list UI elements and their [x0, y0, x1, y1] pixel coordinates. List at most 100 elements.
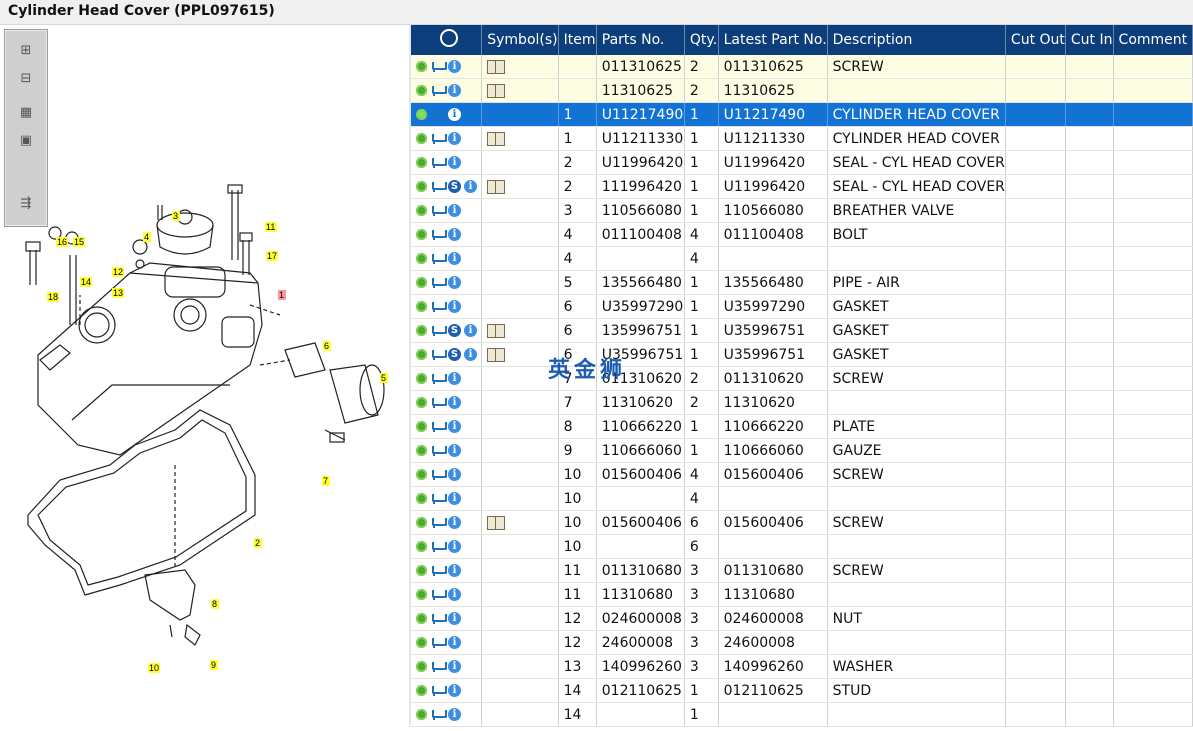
cart-icon[interactable] — [430, 421, 447, 432]
info-icon[interactable]: i — [448, 132, 461, 145]
info-icon[interactable]: i — [448, 684, 461, 697]
book-icon[interactable] — [487, 131, 506, 146]
info-icon[interactable]: i — [448, 468, 461, 481]
col-header-comment[interactable]: Comment — [1113, 25, 1193, 55]
info-icon[interactable]: i — [448, 636, 461, 649]
table-row[interactable]: i 11 011310680 3 011310680 SCREW — [411, 558, 1193, 583]
table-row[interactable]: Si 2 111996420 1 U11996420 SEAL - CYL HEAD CO… — [411, 174, 1193, 199]
callout-4[interactable]: 4 — [143, 232, 151, 242]
table-row[interactable]: i 12 024600008 3 024600008 NUT — [411, 606, 1193, 631]
zoom-in-button[interactable]: ⊞ — [17, 42, 35, 60]
cart-icon[interactable] — [430, 301, 447, 312]
table-row[interactable]: i 9 110666060 1 110666060 GAUZE — [411, 438, 1193, 463]
info-icon[interactable]: i — [448, 372, 461, 385]
table-row[interactable]: i 7 11310620 2 11310620 — [411, 390, 1193, 415]
col-header-search[interactable] — [411, 25, 483, 55]
callout-18[interactable]: 18 — [47, 292, 59, 302]
table-row[interactable]: i 14 1 — [411, 702, 1193, 727]
book-icon[interactable] — [487, 179, 506, 194]
info-icon[interactable]: i — [448, 660, 461, 673]
cart-icon[interactable] — [430, 541, 447, 552]
config-icon[interactable] — [416, 253, 427, 264]
cart-icon[interactable] — [430, 397, 447, 408]
table-row[interactable]: i 13 140996260 3 140996260 WASHER — [411, 654, 1193, 679]
cart-icon[interactable] — [430, 277, 447, 288]
config-icon[interactable] — [416, 661, 427, 672]
config-icon[interactable] — [416, 229, 427, 240]
table-row[interactable]: i 4 011100408 4 011100408 BOLT — [411, 222, 1193, 247]
config-icon[interactable] — [416, 373, 427, 384]
config-icon[interactable] — [416, 637, 427, 648]
callout-5[interactable]: 5 — [380, 373, 388, 383]
table-row[interactable]: i 10 4 — [411, 486, 1193, 511]
cart-icon[interactable] — [430, 589, 447, 600]
col-header-latest-part[interactable]: Latest Part No. — [718, 25, 828, 55]
cart-icon[interactable] — [430, 205, 447, 216]
table-row[interactable]: i 10 015600406 4 015600406 SCREW — [411, 462, 1193, 487]
config-icon[interactable] — [416, 133, 427, 144]
info-icon[interactable]: i — [448, 444, 461, 457]
config-icon[interactable] — [416, 589, 427, 600]
col-header-parts-no[interactable]: Parts No. — [596, 25, 685, 55]
book-icon[interactable] — [487, 323, 506, 338]
table-row[interactable]: i 12 24600008 3 24600008 — [411, 630, 1193, 655]
config-icon[interactable] — [416, 301, 427, 312]
config-icon[interactable] — [416, 325, 427, 336]
callout-13[interactable]: 13 — [112, 288, 124, 298]
config-icon[interactable] — [416, 613, 427, 624]
config-icon[interactable] — [416, 565, 427, 576]
callout-3[interactable]: 3 — [172, 211, 180, 221]
service-icon[interactable]: S — [448, 180, 461, 193]
table-row[interactable]: i 6 U35997290 1 U35997290 GASKET — [411, 294, 1193, 319]
col-header-item[interactable]: Item — [558, 25, 597, 55]
table-row[interactable]: i 1 U11217490 1 U11217490 CYLINDER HEAD COVER — [411, 102, 1193, 127]
config-icon[interactable] — [416, 421, 427, 432]
config-icon[interactable] — [416, 109, 427, 120]
parts-diagram[interactable]: 1 2 3 4 5 6 7 8 9 10 11 12 13 14 15 16 17 18 ⊞ ⊟ ▦ ▣ ⇶ — [0, 25, 409, 727]
book-icon[interactable] — [487, 83, 506, 98]
callout-7[interactable]: 7 — [322, 476, 330, 486]
info-icon[interactable]: i — [448, 396, 461, 409]
callout-8[interactable]: 8 — [211, 599, 219, 609]
callout-9[interactable]: 9 — [210, 660, 218, 670]
info-icon[interactable]: i — [448, 204, 461, 217]
config-icon[interactable] — [416, 493, 427, 504]
info-icon[interactable]: i — [448, 492, 461, 505]
table-row[interactable]: i 4 4 — [411, 246, 1193, 271]
info-icon[interactable]: i — [448, 252, 461, 265]
cart-icon[interactable] — [430, 661, 447, 672]
table-row[interactable]: Si 6 U35996751 1 U35996751 GASKET — [411, 342, 1193, 367]
config-icon[interactable] — [416, 277, 427, 288]
config-icon[interactable] — [416, 685, 427, 696]
cart-icon[interactable] — [430, 133, 447, 144]
service-icon[interactable]: S — [448, 324, 461, 337]
cart-icon[interactable] — [430, 373, 447, 384]
info-icon[interactable]: i — [448, 612, 461, 625]
fit-view-button[interactable]: ▦ — [17, 104, 35, 122]
cart-icon[interactable] — [430, 637, 447, 648]
col-header-description[interactable]: Description — [827, 25, 1006, 55]
callout-10[interactable]: 10 — [148, 663, 160, 673]
info-icon[interactable]: i — [448, 108, 461, 121]
table-row[interactable]: i 1 U11211330 1 U11211330 CYLINDER HEAD COVER — [411, 126, 1193, 151]
config-icon[interactable] — [416, 349, 427, 360]
info-icon[interactable]: i — [464, 180, 477, 193]
table-row[interactable]: Si 6 135996751 1 U35996751 GASKET — [411, 318, 1193, 343]
info-icon[interactable]: i — [448, 708, 461, 721]
info-icon[interactable]: i — [448, 276, 461, 289]
cart-icon[interactable] — [430, 493, 447, 504]
info-icon[interactable]: i — [464, 348, 477, 361]
callout-16[interactable]: 16 — [56, 237, 68, 247]
cart-icon[interactable] — [430, 253, 447, 264]
cart-icon[interactable] — [430, 181, 447, 192]
config-icon[interactable] — [416, 181, 427, 192]
table-row[interactable]: i 10 015600406 6 015600406 SCREW — [411, 510, 1193, 535]
callout-1[interactable]: 1 — [278, 290, 286, 300]
callout-15[interactable]: 15 — [73, 237, 85, 247]
config-icon[interactable] — [416, 709, 427, 720]
zoom-out-button[interactable]: ⊟ — [17, 70, 35, 88]
table-row[interactable]: i 11310625 2 11310625 — [411, 78, 1193, 103]
callout-6[interactable]: 6 — [323, 341, 331, 351]
table-row[interactable]: i 14 012110625 1 012110625 STUD — [411, 678, 1193, 703]
table-row[interactable]: i 2 U11996420 1 U11996420 SEAL - CYL HEAD COV… — [411, 150, 1193, 175]
